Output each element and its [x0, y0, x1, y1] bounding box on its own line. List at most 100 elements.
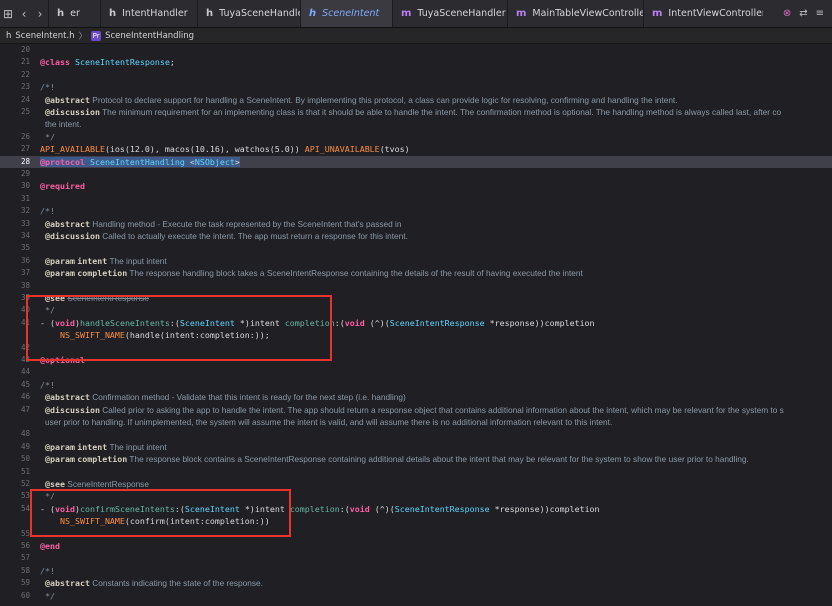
code-line[interactable]: 32 /*! [0, 205, 832, 217]
code-line[interactable]: 23 /*! [0, 81, 832, 93]
code-line[interactable]: 40 */ [0, 304, 832, 316]
doc-tag: @see [45, 479, 65, 489]
breadcrumb-file[interactable]: h SceneIntent.h [6, 31, 75, 41]
code-line[interactable]: 57 [0, 552, 832, 564]
code-line[interactable]: 53 */ [0, 490, 832, 502]
code-line[interactable]: 38 [0, 280, 832, 292]
doc-body: The input intent [109, 441, 167, 452]
doc-body: the intent. [45, 119, 82, 130]
related-items-icon[interactable]: ⊗ [783, 8, 791, 19]
code-line[interactable]: 46 @abstract Confirmation method - Valida… [0, 391, 832, 403]
code-line[interactable]: 29 [0, 168, 832, 180]
line-number: 50 [20, 454, 30, 464]
code-line[interactable]: 59 @abstract Constants indicating the sta… [0, 577, 832, 589]
line-number: 46 [20, 392, 30, 402]
code-line[interactable]: 21 @class SceneIntentResponse; [0, 56, 832, 68]
code-line[interactable]: 51 [0, 466, 832, 478]
doc-tag: @discussion [45, 231, 100, 241]
code-text: API_AVAILABLE(ios(12.0), macos(10.16), w… [40, 144, 410, 155]
code-editor[interactable]: 20 21 @class SceneIntentResponse; 22 23/*! 24… [0, 44, 832, 606]
tab-intenthandler[interactable]: h IntentHandler [100, 0, 197, 27]
code-line[interactable]: 48 [0, 428, 832, 440]
code-line[interactable]: 24 @abstract Protocol to declare support … [0, 94, 832, 106]
tab-maintableviewcontroller[interactable]: m MainTableViewController [507, 0, 643, 27]
line-number: 38 [20, 280, 30, 290]
implementation-file-icon: m [516, 8, 527, 19]
header-file-icon: h [206, 8, 214, 19]
code-line[interactable]: 28 @protocol SceneIntentHandling <NSObjec… [0, 155, 832, 168]
doc-comment: @param completion The response handling … [45, 267, 830, 279]
doc-tag: @abstract [45, 578, 90, 589]
code-line[interactable]: 34 @discussion Called to actually execute… [0, 230, 832, 242]
line-number: 57 [20, 553, 30, 563]
doc-tag: @param [45, 454, 75, 465]
code-line[interactable]: 54 - (void)confirmSceneIntents:(SceneInte… [0, 503, 832, 515]
line-number: 49 [20, 441, 30, 451]
line-number: 20 [20, 45, 30, 54]
code-line[interactable]: 37 @param completion The response handlin… [0, 267, 832, 279]
swap-icon[interactable]: ⇄ [799, 8, 807, 19]
code-line[interactable]: 33 @abstract Handling method - Execute th… [0, 218, 832, 230]
line-number: 47 [20, 404, 30, 414]
tab-tuyascenehandler[interactable]: h TuyaSceneHandler [197, 0, 300, 27]
doc-comment: user prior to handling. If unimplemented… [45, 416, 830, 428]
code-line[interactable]: 26 */ [0, 131, 832, 143]
code-line[interactable]: 42 [0, 342, 832, 354]
code-line[interactable]: 36 @param intent The input intent [0, 255, 832, 267]
line-number: 30 [20, 181, 30, 191]
code-line[interactable]: 27 API_AVAILABLE(ios(12.0), macos(10.16),… [0, 143, 832, 155]
doc-comment: @discussion Called to actually execute t… [45, 230, 830, 242]
line-number: 44 [20, 367, 30, 377]
code-line[interactable]: 47 @discussion Called prior to asking the… [0, 404, 832, 416]
tab-er[interactable]: h er [48, 0, 100, 27]
code-text: */ [40, 131, 55, 142]
forward-arrow-icon[interactable]: › [32, 0, 48, 27]
tab-intentviewcontroller[interactable]: m IntentViewController [643, 0, 763, 27]
line-number: 35 [20, 243, 30, 253]
code-line[interactable]: 52 @see SceneIntentResponse [0, 478, 832, 490]
doc-tag: @discussion [45, 404, 100, 415]
code-line[interactable]: 43 @optional [0, 354, 832, 366]
code-text: /*! [40, 206, 55, 217]
code-line[interactable]: NS_SWIFT_NAME(confirm(intent:completion:… [0, 515, 832, 527]
code-line[interactable]: 22 [0, 69, 832, 81]
code-line[interactable]: 44 [0, 366, 832, 378]
code-line[interactable]: 30 @required [0, 180, 832, 192]
code-line[interactable]: the intent. [0, 118, 832, 130]
grid-icon[interactable]: ⊞ [0, 0, 16, 27]
code-line[interactable]: 49 @param intent The input intent [0, 441, 832, 453]
editor-options-icon[interactable]: ≡ [816, 8, 824, 19]
code-text: @class SceneIntentResponse; [40, 57, 175, 68]
tab-sceneintent[interactable]: h SceneIntent [300, 0, 392, 27]
line-number: 41 [20, 317, 30, 327]
doc-comment: @param completion The response block con… [45, 453, 830, 465]
doc-param: completion [77, 454, 128, 465]
doc-body: Protocol to declare support for handling… [92, 94, 678, 105]
code-line[interactable]: 31 [0, 193, 832, 205]
breadcrumb-separator-icon: 〉 [78, 31, 88, 42]
code-line[interactable]: 25 @discussion The minimum requirement fo… [0, 106, 832, 118]
code-line[interactable]: 45 /*! [0, 379, 832, 391]
code-line[interactable]: 20 [0, 44, 832, 56]
protocol-icon: Pr [91, 30, 102, 41]
code-line[interactable]: 39 @see SceneIntentResponse [0, 292, 832, 304]
breadcrumb-symbol[interactable]: Pr SceneIntentHandling [91, 30, 194, 41]
doc-body: Constants indicating the state of the re… [92, 578, 263, 589]
code-line[interactable]: 58 /*! [0, 565, 832, 577]
code-text: - (void)handleSceneIntents:(SceneIntent … [40, 317, 595, 328]
code-line[interactable]: 56 @end [0, 540, 832, 552]
tabs: h er h IntentHandler h TuyaSceneHandler h Scene… [48, 0, 763, 27]
doc-tag: @abstract [45, 94, 90, 105]
line-number: 56 [20, 541, 30, 550]
code-line[interactable]: user prior to handling. If unimplemented… [0, 416, 832, 428]
code-line[interactable]: 41 - (void)handleSceneIntents:(SceneInten… [0, 317, 832, 329]
back-arrow-icon[interactable]: ‹ [16, 0, 32, 27]
code-line[interactable]: 50 @param completion The response block c… [0, 453, 832, 465]
tab-tuyascenehandler[interactable]: m TuyaSceneHandler [392, 0, 507, 27]
code-line[interactable]: NS_SWIFT_NAME(handle(intent:completion:)… [0, 329, 832, 341]
code-line[interactable]: 60 */ [0, 590, 832, 602]
code-line[interactable]: 55 [0, 528, 832, 540]
code-line[interactable]: 35 [0, 242, 832, 254]
line-number: 55 [20, 528, 30, 538]
doc-comment: @discussion The minimum requirement for … [45, 106, 830, 118]
